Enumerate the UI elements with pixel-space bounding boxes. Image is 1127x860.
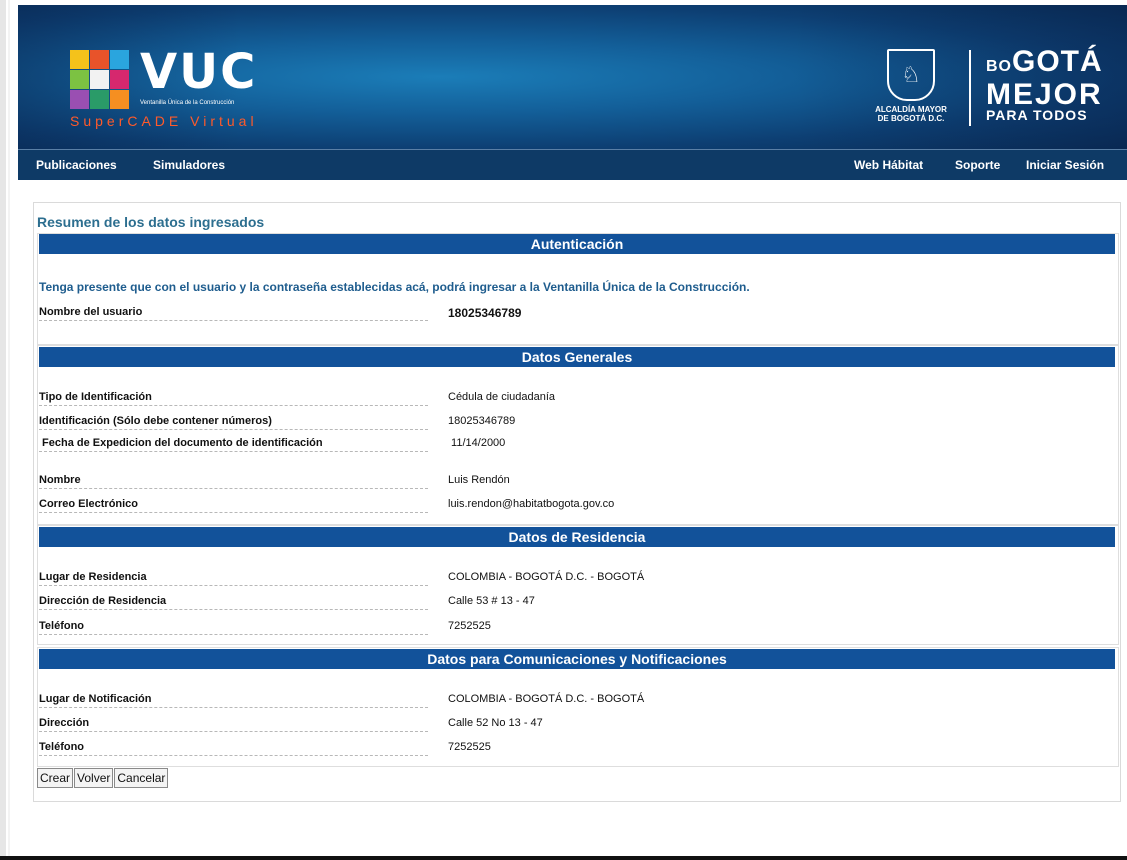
field-value: 7252525 xyxy=(448,741,491,753)
field-label: Correo Electrónico xyxy=(39,498,428,513)
field-label: Fecha de Expedicion del documento de ide… xyxy=(39,437,428,452)
field-label: Nombre xyxy=(39,474,428,489)
field-label: Lugar de Residencia xyxy=(39,571,428,586)
field-row: Dirección de Residencia Calle 53 # 13 - … xyxy=(39,595,1109,611)
vuc-logo-tagline: SuperCADE Virtual xyxy=(70,113,258,129)
residence-section-header: Datos de Residencia xyxy=(39,527,1115,547)
create-button[interactable]: Crear xyxy=(37,768,74,788)
field-label: Teléfono xyxy=(39,620,428,635)
field-label: Tipo de Identificación xyxy=(39,391,428,406)
field-value: 11/14/2000 xyxy=(448,437,506,449)
site-header: VUC Ventanilla Única de la Construcción … xyxy=(18,5,1127,149)
field-value: Cédula de ciudadanía xyxy=(448,391,556,403)
auth-section-header: Autenticación xyxy=(39,234,1115,254)
field-row: Identificación (Sólo debe contener númer… xyxy=(39,415,1109,431)
cancel-button[interactable]: Cancelar xyxy=(114,768,169,788)
nav-iniciar-sesion[interactable]: Iniciar Sesión xyxy=(1026,158,1104,172)
field-row: Teléfono 7252525 xyxy=(39,741,1109,757)
bogota-word: GOTÁ xyxy=(1012,45,1103,78)
nav-simuladores[interactable]: Simuladores xyxy=(153,158,225,172)
form-actions: Crear Volver Cancelar xyxy=(37,768,169,788)
vuc-logo-text: VUC xyxy=(140,44,258,100)
nav-publicaciones[interactable]: Publicaciones xyxy=(36,158,117,172)
logo-divider xyxy=(969,50,971,126)
bogota-mejor-logo: BOGOTÁ MEJOR PARA TODOS xyxy=(986,45,1116,123)
field-row: Lugar de Residencia COLOMBIA - BOGOTÁ D.… xyxy=(39,571,1109,587)
field-label: Teléfono xyxy=(39,741,428,756)
field-value: Luis Rendón xyxy=(448,474,510,486)
field-value: 18025346789 xyxy=(448,306,522,320)
nav-web-habitat[interactable]: Web Hábitat xyxy=(854,158,923,172)
bogota-prefix: BO xyxy=(986,58,1012,75)
main-nav: Publicaciones Simuladores Web Hábitat So… xyxy=(18,149,1127,180)
field-row: Teléfono 7252525 xyxy=(39,620,1109,636)
summary-panel: Resumen de los datos ingresados Autentic… xyxy=(33,202,1121,802)
vuc-squares-icon xyxy=(70,50,130,110)
field-row: Nombre del usuario 18025346789 xyxy=(39,306,1109,322)
field-value: Calle 52 No 13 - 47 xyxy=(448,717,543,729)
bottom-border xyxy=(0,856,1127,860)
left-edge-bar xyxy=(0,0,6,860)
back-button[interactable]: Volver xyxy=(74,768,114,788)
alcaldia-line-2: DE BOGOTÁ D.C. xyxy=(877,114,945,123)
alcaldia-logo: ♘ ALCALDÍA MAYOR DE BOGOTÁ D.C. xyxy=(866,49,956,129)
alcaldia-line-1: ALCALDÍA MAYOR xyxy=(875,105,947,114)
mejor-word: MEJOR xyxy=(986,78,1103,111)
field-row: Dirección Calle 52 No 13 - 47 xyxy=(39,717,1109,733)
field-value: luis.rendon@habitatbogota.gov.co xyxy=(448,498,615,510)
field-row: Fecha de Expedicion del documento de ide… xyxy=(39,437,1109,453)
field-value: 7252525 xyxy=(448,620,491,632)
field-label: Lugar de Notificación xyxy=(39,693,428,708)
field-label: Dirección de Residencia xyxy=(39,595,428,610)
left-edge-line xyxy=(8,0,10,860)
field-label: Identificación (Sólo debe contener númer… xyxy=(39,415,428,430)
nav-soporte[interactable]: Soporte xyxy=(955,158,1000,172)
notifications-section-header: Datos para Comunicaciones y Notificacion… xyxy=(39,649,1115,669)
field-label: Dirección xyxy=(39,717,428,732)
page-title: Resumen de los datos ingresados xyxy=(37,214,265,230)
vuc-logo-subtitle: Ventanilla Única de la Construcción xyxy=(140,100,235,106)
field-value: 18025346789 xyxy=(448,415,516,427)
field-row: Tipo de Identificación Cédula de ciudada… xyxy=(39,391,1109,407)
general-section-header: Datos Generales xyxy=(39,347,1115,367)
auth-notice: Tenga presente que con el usuario y la c… xyxy=(39,280,750,294)
field-row: Correo Electrónico luis.rendon@habitatbo… xyxy=(39,498,1109,514)
field-value: COLOMBIA - BOGOTÁ D.C. - BOGOTÁ xyxy=(448,571,645,583)
field-value: Calle 53 # 13 - 47 xyxy=(448,595,535,607)
field-row: Nombre Luis Rendón xyxy=(39,474,1109,490)
coat-of-arms-icon: ♘ xyxy=(887,49,935,101)
field-value: COLOMBIA - BOGOTÁ D.C. - BOGOTÁ xyxy=(448,693,645,705)
field-label: Nombre del usuario xyxy=(39,306,428,321)
vuc-logo[interactable]: VUC Ventanilla Única de la Construcción … xyxy=(70,44,270,130)
field-row: Lugar de Notificación COLOMBIA - BOGOTÁ … xyxy=(39,693,1109,709)
